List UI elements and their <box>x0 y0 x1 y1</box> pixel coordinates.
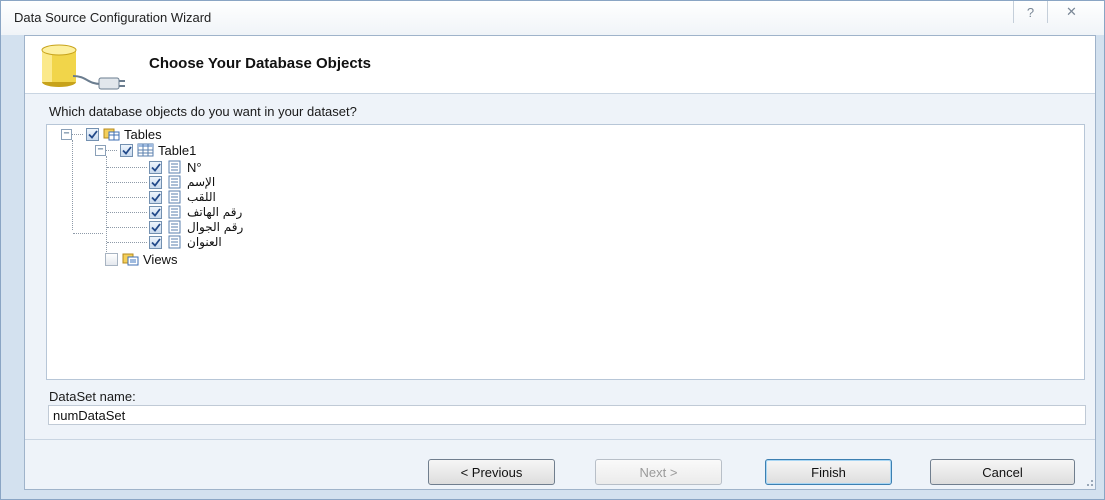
column-checkbox[interactable] <box>149 220 162 234</box>
tree-label-tables: Tables <box>124 126 162 142</box>
tree-node-column[interactable]: رقم الهاتف <box>147 204 242 220</box>
cancel-button[interactable]: Cancel <box>930 459 1075 485</box>
column-checkbox[interactable] <box>149 160 162 174</box>
tree-label-column: رقم الهاتف <box>187 205 243 219</box>
collapse-icon[interactable]: − <box>95 144 106 156</box>
tree-label-column: اللقب <box>187 190 216 204</box>
footer-divider <box>25 439 1095 440</box>
tree-node-column[interactable]: N° <box>147 159 202 175</box>
wizard-content: Which database objects do you want in yo… <box>25 95 1095 435</box>
help-icon: ? <box>1026 4 1035 20</box>
table-grid-icon <box>137 143 154 157</box>
tree-line <box>107 197 147 198</box>
database-objects-tree[interactable]: − Tables − Table1 N° الإسم اللقب رقم اله… <box>46 124 1085 380</box>
column-field-icon <box>168 175 181 189</box>
tree-node-column[interactable]: اللقب <box>147 189 216 205</box>
column-checkbox[interactable] <box>149 235 162 249</box>
tree-line <box>106 156 107 254</box>
table1-checkbox[interactable] <box>120 143 133 157</box>
dataset-name-label: DataSet name: <box>49 389 136 404</box>
tree-line <box>107 212 147 213</box>
title-bar[interactable]: Data Source Configuration Wizard ? ✕ <box>1 1 1104 35</box>
page-title: Choose Your Database Objects <box>149 55 372 72</box>
tables-folder-icon <box>103 128 120 141</box>
tree-label-column: N° <box>187 159 202 175</box>
column-field-icon <box>168 190 181 204</box>
tree-node-column[interactable]: العنوان <box>147 234 222 250</box>
resize-grip-icon[interactable] <box>1084 477 1094 487</box>
column-field-icon <box>168 160 181 174</box>
finish-button[interactable]: Finish <box>765 459 892 485</box>
wizard-header: Choose Your Database Objects <box>25 36 1095 94</box>
tree-node-column[interactable]: الإسم <box>147 174 215 190</box>
tree-line <box>107 227 147 228</box>
tree-line <box>72 140 73 230</box>
tree-node-tables[interactable]: − Tables <box>61 126 162 142</box>
help-button[interactable]: ? <box>1013 1 1047 23</box>
tree-label-views: Views <box>143 251 178 267</box>
tree-node-views[interactable]: Views <box>103 251 177 267</box>
column-checkbox[interactable] <box>149 190 162 204</box>
tree-label-column: رقم الجوال <box>187 220 244 234</box>
window-title: Data Source Configuration Wizard <box>14 10 212 25</box>
views-folder-icon <box>122 253 139 266</box>
column-checkbox[interactable] <box>149 175 162 189</box>
tree-line <box>73 233 103 234</box>
tree-line <box>107 182 147 183</box>
column-field-icon <box>168 220 181 234</box>
tree-node-table1[interactable]: − Table1 <box>95 142 196 158</box>
tables-checkbox[interactable] <box>86 127 99 141</box>
column-field-icon <box>168 205 181 219</box>
views-checkbox[interactable] <box>105 252 118 266</box>
close-icon: ✕ <box>1066 4 1077 19</box>
tree-label-column: الإسم <box>187 175 216 189</box>
column-field-icon <box>168 235 181 249</box>
tree-line <box>107 167 147 168</box>
next-button[interactable]: Next > <box>595 459 722 485</box>
close-button[interactable]: ✕ <box>1047 1 1095 23</box>
column-checkbox[interactable] <box>149 205 162 219</box>
question-label: Which database objects do you want in yo… <box>49 104 357 119</box>
previous-button[interactable]: < Previous <box>428 459 555 485</box>
dataset-name-input[interactable] <box>48 405 1086 425</box>
database-plug-icon <box>41 44 125 90</box>
tree-label-column: العنوان <box>187 235 222 249</box>
tree-label-table1: Table1 <box>158 142 197 158</box>
tree-node-column[interactable]: رقم الجوال <box>147 219 243 235</box>
collapse-icon[interactable]: − <box>61 128 72 140</box>
tree-line <box>107 242 147 243</box>
wizard-window: Data Source Configuration Wizard ? ✕ Cho… <box>0 0 1105 500</box>
